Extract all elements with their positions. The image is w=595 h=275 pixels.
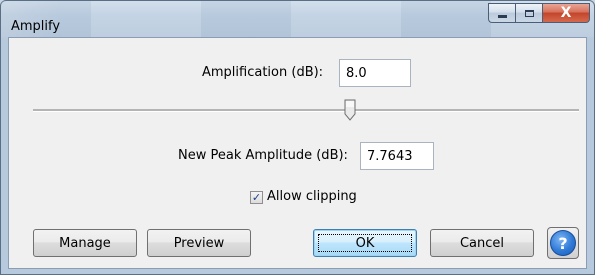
peak-amplitude-label: New Peak Amplitude (dB): xyxy=(178,148,348,163)
manage-button-label: Manage xyxy=(59,235,111,251)
help-button[interactable]: ? xyxy=(547,227,579,259)
maximize-button[interactable] xyxy=(515,3,542,23)
help-glyph: ? xyxy=(558,233,568,253)
manage-button[interactable]: Manage xyxy=(33,229,137,257)
amplification-label: Amplification (dB): xyxy=(202,65,324,80)
amplification-input[interactable] xyxy=(339,59,411,87)
allow-clipping-checkbox[interactable]: ✓ xyxy=(250,191,263,204)
preview-button-label: Preview xyxy=(173,235,225,251)
caption-buttons: X xyxy=(488,3,590,25)
focus-rectangle xyxy=(318,234,412,252)
checkmark-icon: ✓ xyxy=(251,191,262,204)
minimize-icon xyxy=(497,14,507,18)
allow-clipping-label[interactable]: Allow clipping xyxy=(267,189,357,204)
dialog-body: Amplification (dB): New Peak Amplitude (… xyxy=(8,37,587,269)
cancel-button-label: Cancel xyxy=(459,235,505,251)
help-icon: ? xyxy=(550,230,576,256)
close-icon: X xyxy=(560,5,572,21)
maximize-icon xyxy=(524,9,534,17)
amplification-slider-track[interactable] xyxy=(33,109,579,112)
minimize-button[interactable] xyxy=(488,3,515,23)
amplification-slider-thumb[interactable] xyxy=(344,99,356,121)
title-bar[interactable]: Amplify X xyxy=(1,1,594,37)
cancel-button[interactable]: Cancel xyxy=(430,229,534,257)
ok-button[interactable]: OK xyxy=(313,229,417,257)
window-title: Amplify xyxy=(11,19,61,34)
close-button[interactable]: X xyxy=(542,3,590,23)
amplify-dialog: Amplify X Amplification (dB): New Peak A… xyxy=(0,0,595,275)
preview-button[interactable]: Preview xyxy=(147,229,251,257)
peak-amplitude-input[interactable] xyxy=(360,142,434,170)
